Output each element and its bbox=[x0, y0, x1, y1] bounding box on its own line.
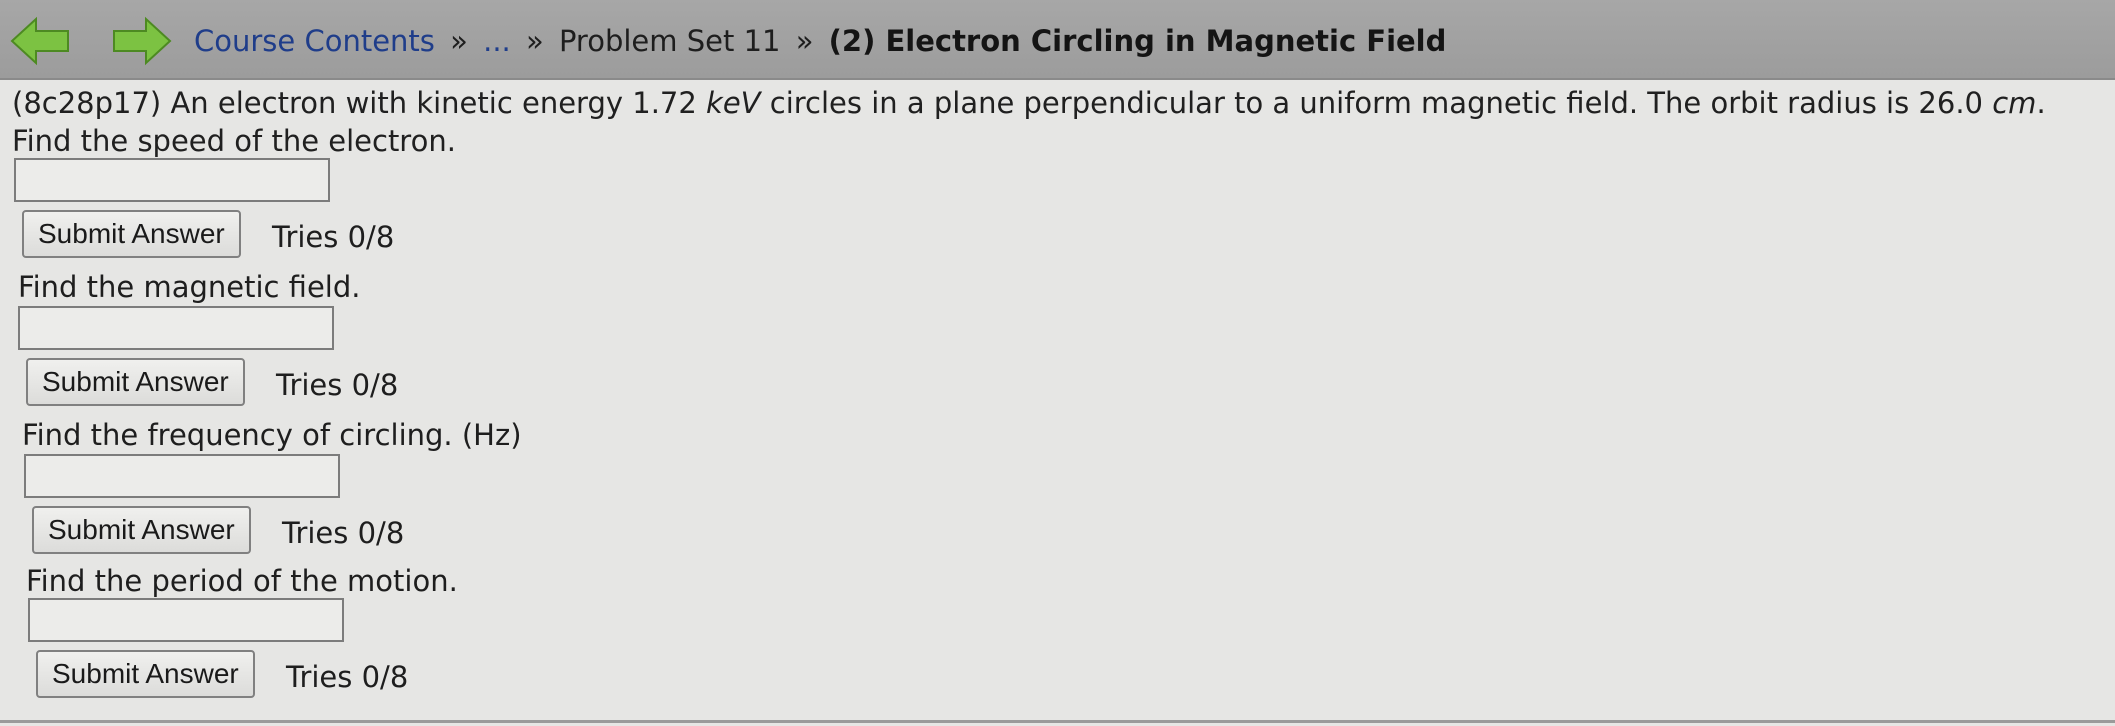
breadcrumb-ellipsis[interactable]: ... bbox=[483, 24, 511, 58]
problem-text-middle: circles in a plane perpendicular to a un… bbox=[760, 86, 1993, 120]
breadcrumb-separator: » bbox=[795, 24, 814, 58]
tries-counter: Tries 0/8 bbox=[276, 368, 399, 402]
answer-input-magnetic-field[interactable] bbox=[18, 306, 334, 350]
tries-counter: Tries 0/8 bbox=[286, 660, 409, 694]
forward-arrow-icon[interactable] bbox=[112, 16, 172, 66]
answer-input-speed[interactable] bbox=[14, 158, 330, 202]
radius-unit: cm bbox=[1992, 86, 2037, 120]
divider bbox=[0, 720, 2115, 723]
breadcrumb: Course Contents » ... » Problem Set 11 »… bbox=[194, 24, 1446, 58]
submit-answer-button[interactable]: Submit Answer bbox=[36, 650, 255, 698]
question-frequency: Find the frequency of circling. (Hz) bbox=[22, 418, 522, 452]
back-arrow-icon[interactable] bbox=[10, 16, 70, 66]
energy-unit: keV bbox=[706, 86, 761, 120]
breadcrumb-separator: » bbox=[450, 24, 468, 58]
problem-statement: (8c28p17) An electron with kinetic energ… bbox=[12, 84, 2102, 160]
answer-input-period[interactable] bbox=[28, 598, 344, 642]
breadcrumb-course-contents[interactable]: Course Contents bbox=[194, 24, 435, 58]
problem-text-end: . bbox=[2036, 86, 2046, 120]
question-magnetic-field: Find the magnetic field. bbox=[18, 270, 361, 304]
breadcrumb-problem-set[interactable]: Problem Set 11 bbox=[559, 24, 781, 58]
question-period: Find the period of the motion. bbox=[26, 564, 458, 598]
submit-answer-button[interactable]: Submit Answer bbox=[26, 358, 245, 406]
breadcrumb-separator: » bbox=[525, 24, 544, 58]
submit-answer-button[interactable]: Submit Answer bbox=[32, 506, 251, 554]
problem-content: (8c28p17) An electron with kinetic energ… bbox=[0, 80, 2115, 726]
question-speed: Find the speed of the electron. bbox=[12, 124, 456, 158]
header-bar: Course Contents » ... » Problem Set 11 »… bbox=[0, 0, 2115, 80]
tries-counter: Tries 0/8 bbox=[282, 516, 405, 550]
tries-counter: Tries 0/8 bbox=[272, 220, 395, 254]
answer-input-frequency[interactable] bbox=[24, 454, 340, 498]
problem-text-prefix: (8c28p17) An electron with kinetic energ… bbox=[12, 86, 707, 120]
page-title: (2) Electron Circling in Magnetic Field bbox=[828, 24, 1447, 58]
submit-answer-button[interactable]: Submit Answer bbox=[22, 210, 241, 258]
